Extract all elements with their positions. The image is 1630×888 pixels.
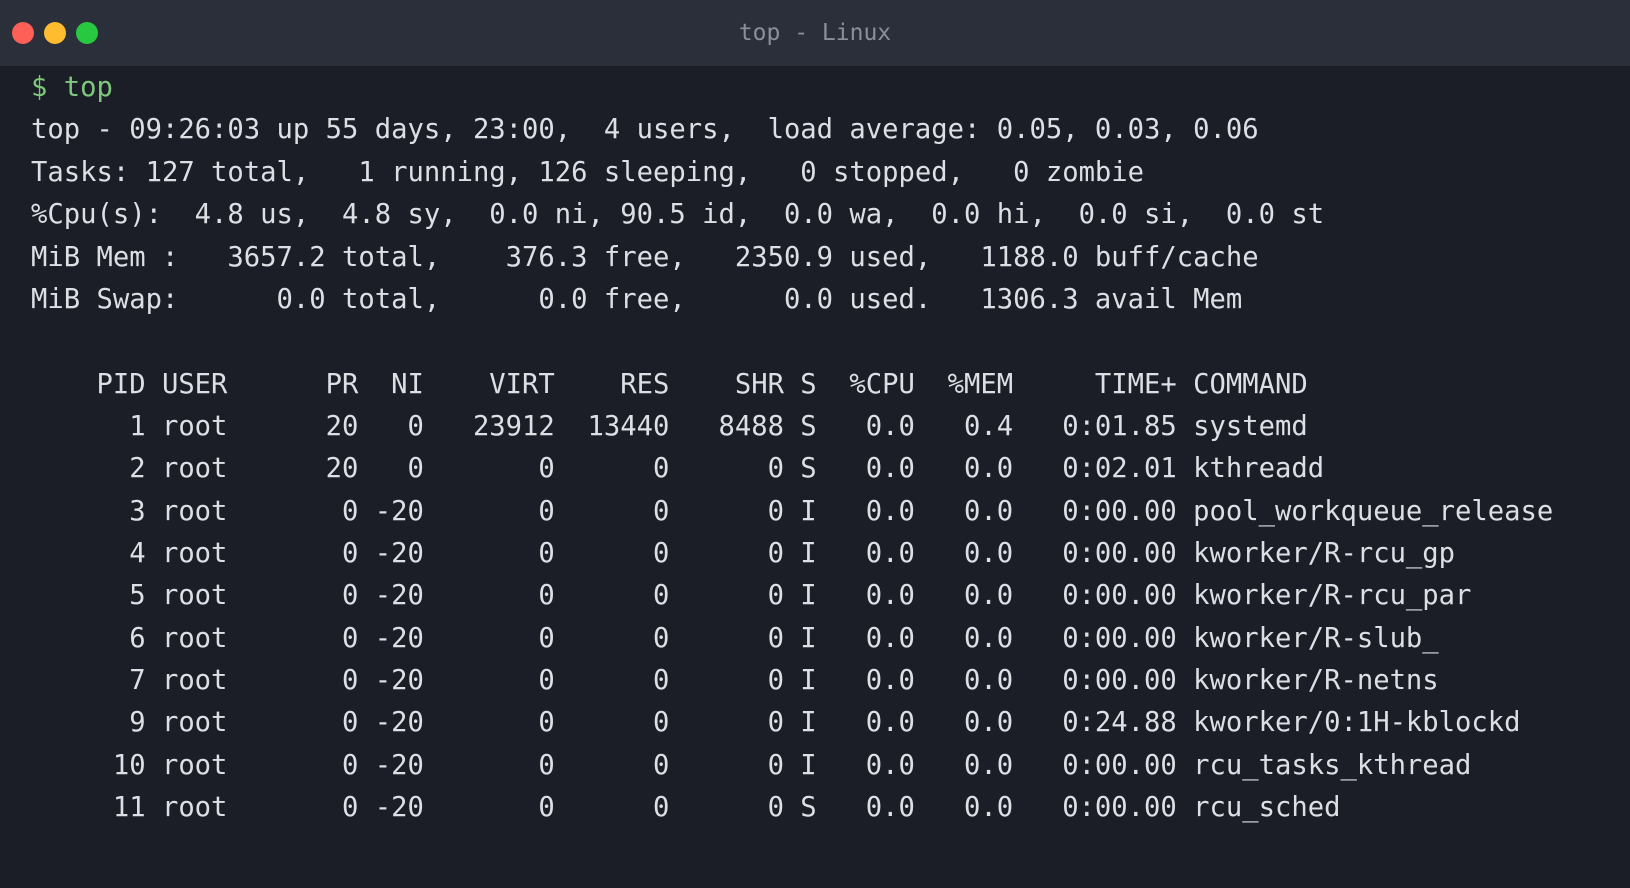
terminal-window: top - Linux $ top top - 09:26:03 up 55 d… (0, 0, 1630, 888)
process-row: 11 root 0 -20 0 0 0 S 0.0 0.0 0:00.00 rc… (31, 792, 1341, 823)
uptime-load-line: top - 09:26:03 up 55 days, 23:00, 4 user… (31, 114, 1259, 145)
process-row: 3 root 0 -20 0 0 0 I 0.0 0.0 0:00.00 poo… (31, 496, 1554, 527)
process-row: 2 root 20 0 0 0 0 S 0.0 0.0 0:02.01 kthr… (31, 453, 1325, 484)
command-prompt-line: $ top (31, 72, 113, 103)
process-row: 7 root 0 -20 0 0 0 I 0.0 0.0 0:00.00 kwo… (31, 665, 1439, 696)
tasks-summary-line: Tasks: 127 total, 1 running, 126 sleepin… (31, 157, 1145, 188)
cpu-summary-line: %Cpu(s): 4.8 us, 4.8 sy, 0.0 ni, 90.5 id… (31, 199, 1325, 230)
process-row: 5 root 0 -20 0 0 0 I 0.0 0.0 0:00.00 kwo… (31, 580, 1472, 611)
process-row: 10 root 0 -20 0 0 0 I 0.0 0.0 0:00.00 rc… (31, 750, 1472, 781)
window-title: top - Linux (738, 20, 892, 46)
process-row: 9 root 0 -20 0 0 0 I 0.0 0.0 0:24.88 kwo… (31, 707, 1521, 738)
process-row: 1 root 20 0 23912 13440 8488 S 0.0 0.4 0… (31, 411, 1308, 442)
process-row: 4 root 0 -20 0 0 0 I 0.0 0.0 0:00.00 kwo… (31, 538, 1456, 569)
swap-summary-line: MiB Swap: 0.0 total, 0.0 free, 0.0 used.… (31, 284, 1243, 315)
process-table-header: PID USER PR NI VIRT RES SHR S %CPU %MEM … (31, 369, 1308, 400)
process-row: 6 root 0 -20 0 0 0 I 0.0 0.0 0:00.00 kwo… (31, 623, 1439, 654)
terminal-output[interactable]: $ top top - 09:26:03 up 55 days, 23:00, … (0, 66, 1630, 888)
title-bar[interactable]: top - Linux (0, 0, 1630, 66)
memory-summary-line: MiB Mem : 3657.2 total, 376.3 free, 2350… (31, 242, 1259, 273)
